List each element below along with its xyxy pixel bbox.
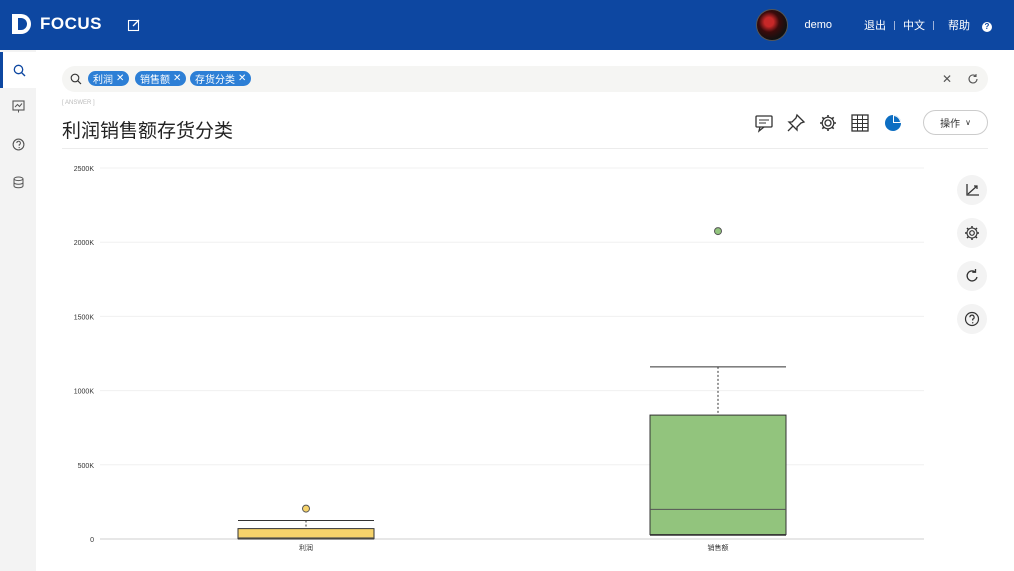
username[interactable]: demo [804, 19, 832, 31]
edit-icon[interactable] [127, 18, 141, 32]
clear-icon[interactable]: ✕ [942, 72, 952, 86]
user-menu: demo 退出 中文 帮助? [756, 8, 1004, 42]
x-tick-label: 销售额 [708, 543, 729, 552]
pin-icon[interactable] [786, 113, 806, 133]
search-tag[interactable]: 利润 ✕ [88, 71, 130, 86]
outlier-point [302, 504, 310, 513]
search-tag-label: 销售额 [140, 75, 170, 86]
outlier-point [714, 227, 722, 236]
search-tag[interactable]: 销售额 ✕ [135, 71, 187, 86]
close-icon[interactable]: ✕ [116, 73, 124, 84]
sidebar-item-help[interactable] [0, 126, 36, 162]
board-icon [11, 99, 25, 112]
operate-dropdown[interactable]: 操作 ∨ [923, 110, 988, 135]
sidebar-item-search[interactable] [0, 52, 36, 88]
search-tag[interactable]: 存货分类 ✕ [190, 71, 252, 86]
search-icon[interactable] [70, 73, 82, 85]
y-tick-label: 1000K [74, 389, 95, 396]
box-plot-chart: 0 500K 1000K 1500K 2000K 2500K 利润 销售额 [74, 166, 924, 552]
sidebar-item-board[interactable] [0, 88, 36, 124]
axis-button[interactable] [957, 175, 987, 205]
avatar[interactable] [756, 9, 789, 41]
y-tick-label: 2500K [74, 166, 95, 173]
search-bar[interactable]: 利润 ✕ 销售额 ✕ 存货分类 ✕ ✕ [62, 66, 988, 92]
page-title: 利润销售额存货分类 [62, 121, 234, 142]
pie-chart-icon[interactable] [883, 113, 903, 133]
gear-icon [965, 226, 979, 240]
app-name: FOCUS [40, 14, 102, 33]
help-circle-icon [12, 138, 24, 150]
rotate-button[interactable] [957, 261, 987, 291]
divider [933, 20, 934, 30]
comment-icon[interactable] [754, 113, 774, 133]
chevron-down-icon: ∨ [965, 118, 971, 127]
chart-help-button[interactable] [957, 304, 987, 334]
box [649, 414, 787, 536]
y-tick-label: 0 [90, 537, 94, 544]
app-logo[interactable]: FOCUS [12, 12, 102, 36]
search-tag-label: 利润 [93, 75, 113, 86]
divider [894, 20, 895, 30]
help-link[interactable]: 帮助? [942, 17, 998, 33]
language-link[interactable]: 中文 [903, 17, 925, 33]
rotate-icon [966, 269, 978, 282]
box [237, 528, 375, 540]
y-tick-label: 500K [78, 463, 95, 470]
settings-icon[interactable] [818, 113, 838, 133]
help-circle-icon [964, 311, 980, 327]
x-tick-label: 利润 [299, 543, 313, 552]
close-icon[interactable]: ✕ [173, 73, 181, 84]
search-icon [13, 64, 26, 76]
focus-logo-icon [12, 14, 31, 34]
sidebar-item-data[interactable] [0, 164, 36, 200]
table-icon[interactable] [850, 113, 870, 133]
help-label: 帮助 [948, 20, 970, 32]
sidebar [0, 50, 36, 571]
y-tick-label: 1500K [74, 314, 95, 321]
divider [62, 148, 988, 149]
close-icon[interactable]: ✕ [238, 73, 246, 84]
operate-label: 操作 [940, 119, 961, 130]
search-tag-label: 存货分类 [195, 75, 235, 86]
chart-settings-button[interactable] [957, 218, 987, 248]
top-bar: FOCUS demo 退出 中文 帮助? [0, 0, 1014, 50]
database-icon [13, 176, 23, 188]
axis-icon [966, 184, 979, 196]
refresh-icon[interactable] [967, 73, 979, 85]
y-tick-label: 2000K [74, 240, 95, 247]
logout-link[interactable]: 退出 [864, 17, 886, 33]
help-icon: ? [982, 22, 992, 32]
answer-label: [ ANSWER ] [62, 100, 95, 106]
